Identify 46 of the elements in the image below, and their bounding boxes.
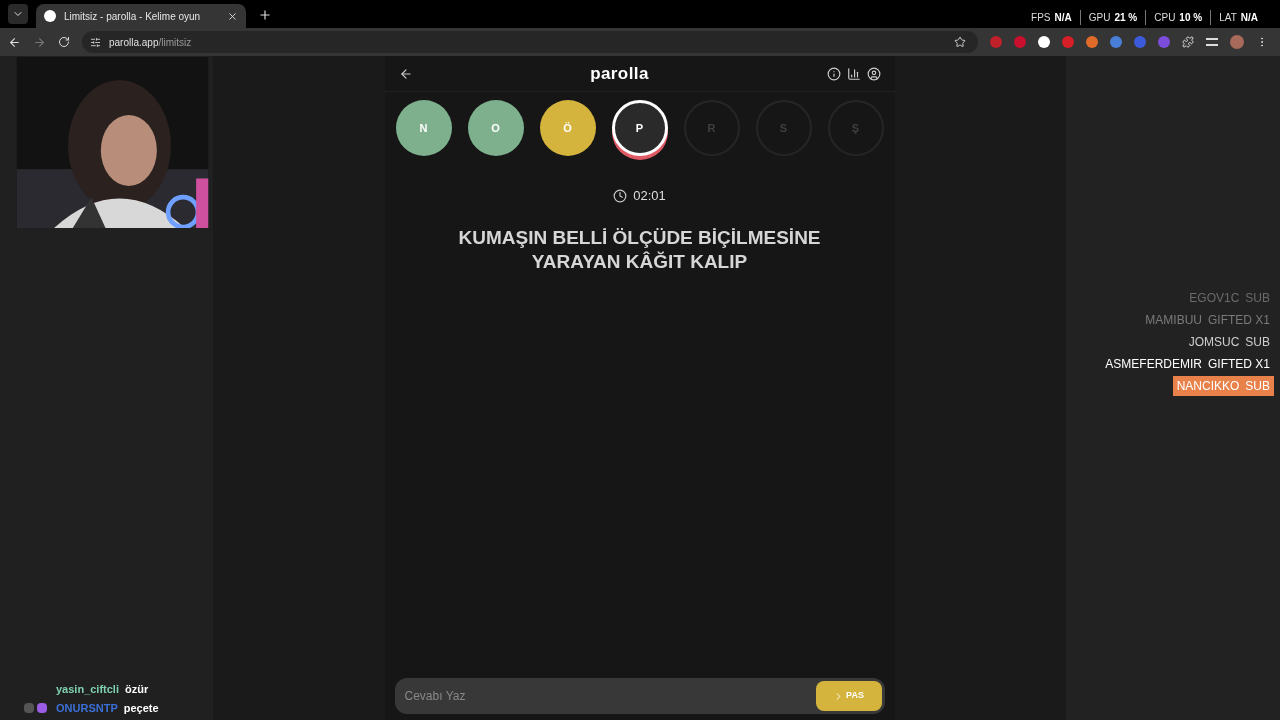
chat-message: özür: [125, 682, 149, 697]
alert-event: GIFTED X1: [1208, 312, 1270, 329]
browser-tab[interactable]: Limitsiz - parolla - Kelime oyun: [36, 4, 246, 28]
reload-icon[interactable]: [58, 36, 70, 48]
close-icon[interactable]: [227, 10, 238, 22]
info-icon[interactable]: [826, 66, 841, 81]
profile-icon[interactable]: [866, 66, 881, 81]
stat-label: GPU: [1088, 11, 1111, 25]
chat-username: yasin_ciftcli: [56, 682, 119, 697]
chat-username: ONURSNTP: [56, 700, 118, 716]
question-text: KUMAŞIN BELLİ ÖLÇÜDE BİÇİLMESİNE YARAYAN KÂĞIT KALIP: [457, 225, 822, 274]
alert-event: GIFTED X1: [1208, 356, 1270, 373]
alert-name: JOMSUC: [1188, 334, 1240, 351]
stat-label: FPS: [1031, 11, 1051, 25]
site-icon: [44, 10, 56, 22]
alert-name: NANCIKKO: [1176, 378, 1240, 395]
stat-value: 21 %: [1114, 11, 1138, 25]
extensions-icon[interactable]: [1182, 36, 1194, 48]
new-tab-icon[interactable]: [258, 8, 272, 22]
stats-icon[interactable]: [846, 66, 861, 81]
forward-icon[interactable]: [33, 35, 46, 49]
timer: 02:01: [633, 187, 666, 205]
media-icon[interactable]: [1206, 38, 1218, 46]
clock-icon: [613, 188, 628, 203]
stat-value: 10 %: [1179, 11, 1203, 25]
alert-event: SUB: [1245, 378, 1270, 395]
bookmark-icon[interactable]: [954, 36, 966, 48]
site-info-icon[interactable]: [90, 36, 101, 48]
profile-avatar[interactable]: [1230, 35, 1244, 49]
tab-title: Limitsiz - parolla - Kelime oyun: [64, 9, 202, 24]
alert-event: SUB: [1245, 334, 1270, 351]
app-title: parolla: [589, 62, 650, 85]
back-icon[interactable]: [8, 35, 21, 49]
stat-value: N/A: [1240, 11, 1258, 25]
tab-list-button[interactable]: [8, 4, 28, 24]
stat-label: CPU: [1154, 11, 1176, 25]
extension-icon[interactable]: [1038, 36, 1050, 48]
alert-name: ASMEFERDEMIR: [1105, 356, 1202, 373]
alert-event: SUB: [1245, 290, 1270, 307]
alert-name: MAMIBUU: [1145, 312, 1202, 329]
chat-message: peçete: [123, 700, 159, 716]
stat-label: LAT: [1219, 11, 1237, 25]
address-text: parolla.app/limitsiz: [109, 35, 192, 50]
alert-name: EGOV1C: [1189, 290, 1240, 307]
stat-value: N/A: [1054, 11, 1072, 25]
address-bar[interactable]: parolla.app/limitsiz: [82, 31, 978, 53]
